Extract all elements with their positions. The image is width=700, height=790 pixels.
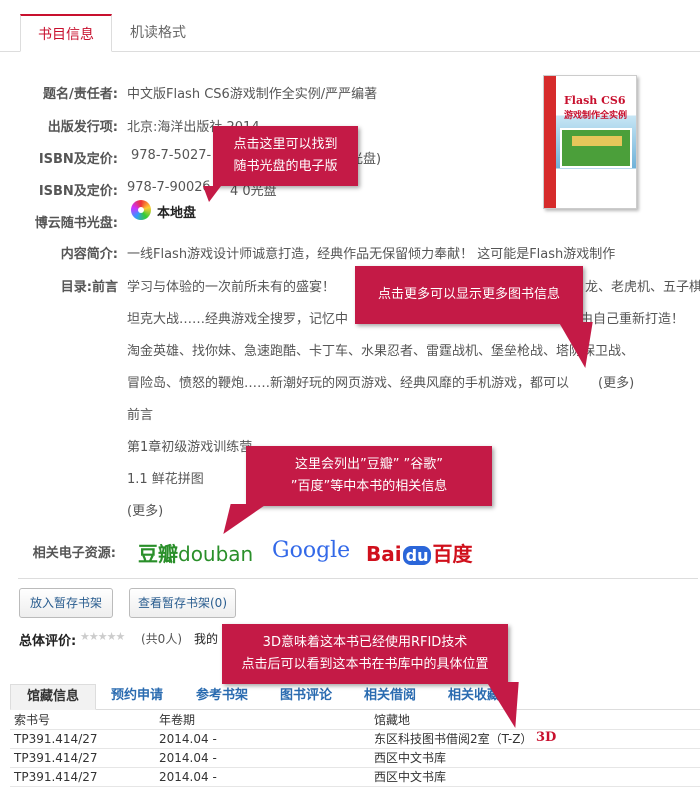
tab-bar: 书目信息 机读格式 <box>0 0 700 52</box>
toc-label: 目录:前言 <box>60 280 118 295</box>
toc-line-1: 学习与体验的一次前所未有的盛宴！ <box>127 280 336 295</box>
toc-line-1-tail: 龙、老虎机、五子棋 <box>585 280 700 295</box>
callout-cd-line-2: 随书光盘的电子版 <box>233 159 338 174</box>
add-to-shelf-button[interactable]: 放入暂存书架 <box>19 588 113 618</box>
tab-related-borrows[interactable]: 相关借阅 <box>364 684 416 710</box>
summary-label: 内容简介: <box>60 247 118 262</box>
isbn2-label: ISBN及定价: <box>38 184 118 199</box>
toc-line-5: 前言 <box>127 408 154 423</box>
baidu-c: 百度 <box>432 542 473 566</box>
cell-volume: 2014.04 - <box>155 729 370 749</box>
tab-holdings[interactable]: 馆藏信息 <box>10 684 96 710</box>
google-text: Google <box>272 538 351 563</box>
title-value: 中文版Flash CS6游戏制作全实例/严严编著 <box>127 87 378 102</box>
summary-text: 一线Flash游戏设计师诚意打造，经典作品无保留倾力奉献！ 这可能是Flash游… <box>127 247 616 262</box>
cell-volume: 2014.04 - <box>155 767 370 787</box>
toc-line-6: 第1章初级游戏训练营 <box>127 440 253 455</box>
cell-callno: TP391.414/27 <box>10 767 155 787</box>
divider <box>18 578 698 579</box>
3d-location-link[interactable]: 3D <box>536 730 556 745</box>
tab-marc-format[interactable]: 机读格式 <box>112 14 204 52</box>
tab-reserve[interactable]: 预约申请 <box>111 684 163 710</box>
more-link-inline[interactable]: (更多) <box>598 372 634 391</box>
cell-location: 东区科技图书借阅2室（T-Z） <box>370 729 700 749</box>
douban-logo[interactable]: 豆瓣douban <box>138 538 253 567</box>
cell-callno: TP391.414/27 <box>10 729 155 749</box>
view-shelf-button[interactable]: 查看暂存书架(0) <box>129 588 236 618</box>
toc-line-2-tail: 由自己重新打造！ <box>580 312 685 327</box>
my-rating-label: 我的 <box>194 632 219 646</box>
callout-cd-pointer <box>203 186 221 202</box>
callout-resources-pointer <box>213 504 267 534</box>
cover-subtitle: 游戏制作全实例 <box>564 111 628 121</box>
table-row: TP391.414/27 2014.04 - 西区中文书库 <box>10 748 700 768</box>
isbn2-value: 978-7-9002б <box>127 180 211 195</box>
table-header: 索书号 年卷期 馆藏地 <box>10 710 700 730</box>
tab-bibliographic-info[interactable]: 书目信息 <box>20 14 112 52</box>
callout-resources: 这里会列出”豆瓣” ”谷歌” ”百度”等中本书的相关信息 <box>246 446 492 506</box>
tab-reviews[interactable]: 图书评论 <box>280 684 332 710</box>
table-row: TP391.414/27 2014.04 - 西区中文书库 <box>10 767 700 787</box>
callout-resources-line-1: 这里会列出”豆瓣” ”谷歌” <box>294 457 444 472</box>
cell-location: 西区中文书库 <box>370 748 700 768</box>
cell-location: 西区中文书库 <box>370 767 700 787</box>
callout-rfid-line-2: 点击后可以看到这本书在书库中的具体位置 <box>241 657 489 672</box>
callout-cd-line-1: 点击这里可以找到 <box>233 137 338 152</box>
google-logo[interactable]: Google <box>272 538 350 563</box>
isbn1-value: 978-7-5027- <box>131 148 212 163</box>
cover-image <box>560 128 632 168</box>
baidu-paw: du <box>402 546 432 565</box>
publication-label: 出版发行项: <box>47 120 118 135</box>
resources-label: 相关电子资源: <box>32 546 116 561</box>
disc-icon[interactable] <box>131 200 151 220</box>
tab-reference-shelf[interactable]: 参考书架 <box>196 684 248 710</box>
cell-callno: TP391.414/27 <box>10 748 155 768</box>
holdings-tabs: 馆藏信息 预约申请 参考书架 图书评论 相关借阅 相关收藏 <box>10 684 700 710</box>
rating-count: (共0人) <box>141 632 182 646</box>
isbn1-label: ISBN及定价: <box>38 152 118 167</box>
cover-spine <box>544 76 556 208</box>
more-link[interactable]: (更多) <box>127 500 163 519</box>
toc-line-3: 淘金英雄、找你妹、急速跑酷、卡丁车、水果忍者、雷霆战机、堡垒枪战、塔防保卫战、 <box>127 344 635 359</box>
callout-rfid-line-1: 3D意味着这本书已经使用RFID技术 <box>262 635 468 650</box>
baidu-logo[interactable]: Bai du 百度 <box>366 538 472 567</box>
col-callno: 索书号 <box>10 710 155 730</box>
toc-line-2: 坦克大战……经典游戏全搜罗，记忆中 <box>127 312 349 327</box>
callout-rfid: 3D意味着这本书已经使用RFID技术 点击后可以看到这本书在书库中的具体位置 <box>222 624 508 684</box>
toc-line-7: 1.1 鲜花拼图 <box>127 472 204 487</box>
cell-volume: 2014.04 - <box>155 748 370 768</box>
toc-line-4: 冒险岛、愤怒的鞭炮……新潮好玩的网页游戏、经典风靡的手机游戏，都可以 <box>127 376 570 391</box>
callout-more-line-1: 点击更多可以显示更多图书信息 <box>377 287 560 302</box>
baidu-a: Bai <box>366 542 402 566</box>
table-row: TP391.414/27 2014.04 - 东区科技图书借阅2室（T-Z） <box>10 729 700 749</box>
cover-title: Flash CS6 <box>564 94 626 107</box>
douban-cn: 豆瓣 <box>138 542 178 566</box>
local-disc-link[interactable]: 本地盘 <box>157 202 196 221</box>
col-volume: 年卷期 <box>155 710 370 730</box>
holdings-table: 索书号 年卷期 馆藏地 TP391.414/27 2014.04 - 东区科技图… <box>10 710 700 787</box>
callout-more: 点击更多可以显示更多图书信息 <box>355 266 583 324</box>
title-label: 题名/责任者: <box>43 87 118 102</box>
callout-cd: 点击这里可以找到 随书光盘的电子版 <box>213 126 358 186</box>
rating-stars[interactable]: ★★★★★ <box>80 630 125 643</box>
douban-en: douban <box>178 542 254 566</box>
book-cover: Flash CS6 游戏制作全实例 <box>543 75 637 209</box>
cd-label: 博云随书光盘: <box>34 216 118 231</box>
callout-resources-line-2: ”百度”等中本书的相关信息 <box>290 479 448 494</box>
